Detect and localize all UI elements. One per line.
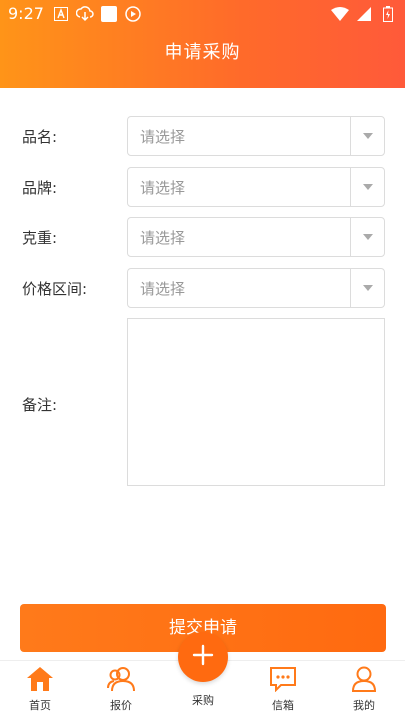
- dropdown-arrow-icon[interactable]: [350, 269, 384, 307]
- field-label: 品牌:: [22, 179, 58, 197]
- product-name-select[interactable]: 请选择: [127, 116, 385, 156]
- signal-icon: [355, 5, 373, 23]
- remark-label: 备注:: [22, 396, 58, 414]
- field-price-range: 价格区间: 请选择: [0, 268, 405, 308]
- status-time: 9:27: [8, 4, 44, 23]
- notification-icons: [52, 5, 142, 23]
- weight-select[interactable]: 请选择: [127, 217, 385, 257]
- price-range-select[interactable]: 请选择: [127, 268, 385, 308]
- home-icon: [25, 665, 55, 693]
- field-weight: 克重: 请选择: [0, 217, 405, 257]
- square-icon: [100, 5, 118, 23]
- tab-purchase-label: 采购: [192, 694, 214, 707]
- tab-label: 首页: [29, 699, 51, 712]
- field-label: 克重:: [22, 229, 58, 247]
- tab-mailbox[interactable]: 信箱: [253, 665, 313, 713]
- remark-textarea[interactable]: [127, 318, 385, 486]
- select-placeholder: 请选择: [140, 179, 186, 197]
- field-brand: 品牌: 请选择: [0, 167, 405, 207]
- a-notification-icon: [52, 5, 70, 23]
- purchase-center-button[interactable]: [178, 632, 228, 682]
- user-icon: [349, 665, 379, 693]
- status-bar: 9:27: [0, 0, 405, 28]
- dropdown-arrow-icon[interactable]: [350, 218, 384, 256]
- select-placeholder: 请选择: [140, 128, 186, 146]
- play-circle-icon: [124, 5, 142, 23]
- battery-icon: [379, 5, 397, 23]
- wifi-icon: [331, 5, 349, 23]
- brand-select[interactable]: 请选择: [127, 167, 385, 207]
- cloud-download-icon: [76, 5, 94, 23]
- tab-label: 我的: [353, 699, 375, 712]
- field-label: 品名:: [22, 128, 58, 146]
- tab-mine[interactable]: 我的: [334, 665, 394, 713]
- field-label: 价格区间:: [22, 280, 88, 298]
- dropdown-arrow-icon[interactable]: [350, 117, 384, 155]
- message-icon: [268, 665, 298, 693]
- users-icon: [106, 665, 136, 693]
- select-placeholder: 请选择: [140, 280, 186, 298]
- dropdown-arrow-icon[interactable]: [350, 168, 384, 206]
- page-title: 申请采购: [164, 42, 241, 63]
- tab-label: 报价: [110, 699, 132, 712]
- tab-home[interactable]: 首页: [10, 665, 70, 713]
- plus-icon: [192, 644, 214, 670]
- field-product-name: 品名: 请选择: [0, 116, 405, 156]
- tab-label: 信箱: [272, 699, 294, 712]
- select-placeholder: 请选择: [140, 229, 186, 247]
- tab-quote[interactable]: 报价: [91, 665, 151, 713]
- system-icons: [331, 5, 397, 23]
- header-bar: 9:27 申请采购: [0, 0, 405, 88]
